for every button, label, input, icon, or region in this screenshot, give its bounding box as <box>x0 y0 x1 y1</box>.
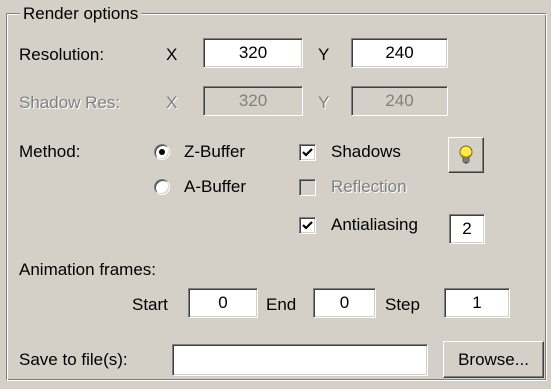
end-label: End <box>266 295 297 314</box>
resolution-x-input[interactable] <box>203 38 303 68</box>
checkmark-icon <box>302 221 313 230</box>
save-file-path-input[interactable] <box>172 344 428 376</box>
browse-button[interactable]: Browse... <box>443 341 544 378</box>
resolution-label: Resolution: <box>19 45 105 64</box>
light-button[interactable] <box>448 137 484 173</box>
lightbulb-icon <box>459 145 473 164</box>
shadow-res-y-input <box>351 86 448 116</box>
antialiasing-level-input[interactable] <box>449 214 485 244</box>
shadow-res-x-label: X <box>166 93 178 112</box>
animation-frames-label: Animation frames: <box>19 260 156 279</box>
step-label: Step <box>385 295 420 314</box>
radio-selected-dot <box>159 149 165 155</box>
resolution-y-label: Y <box>318 45 330 64</box>
reflection-checkbox <box>299 179 316 196</box>
end-frame-input[interactable] <box>313 288 376 318</box>
resolution-y-input[interactable] <box>351 38 448 68</box>
resolution-x-label: X <box>166 45 178 64</box>
start-label: Start <box>132 295 168 314</box>
z-buffer-radio[interactable] <box>154 144 170 160</box>
antialiasing-label[interactable]: Antialiasing <box>331 214 418 236</box>
antialiasing-checkbox[interactable] <box>299 217 316 234</box>
shadows-checkbox[interactable] <box>299 144 316 161</box>
reflection-label: Reflection <box>331 177 407 196</box>
checkmark-icon <box>302 148 313 157</box>
shadows-label[interactable]: Shadows <box>331 141 401 163</box>
shadow-res-label: Shadow Res: <box>19 93 121 112</box>
shadow-res-x-input <box>203 86 303 116</box>
a-buffer-label[interactable]: A-Buffer <box>184 176 246 198</box>
render-options-group <box>6 13 547 381</box>
z-buffer-label[interactable]: Z-Buffer <box>184 141 245 163</box>
method-label: Method: <box>19 142 81 161</box>
step-frame-input[interactable] <box>444 288 510 318</box>
a-buffer-radio[interactable] <box>154 179 170 195</box>
group-title: Render options <box>20 4 142 24</box>
start-frame-input[interactable] <box>188 288 258 318</box>
shadow-res-y-label: Y <box>318 93 330 112</box>
save-to-file-label: Save to file(s): <box>19 350 128 369</box>
